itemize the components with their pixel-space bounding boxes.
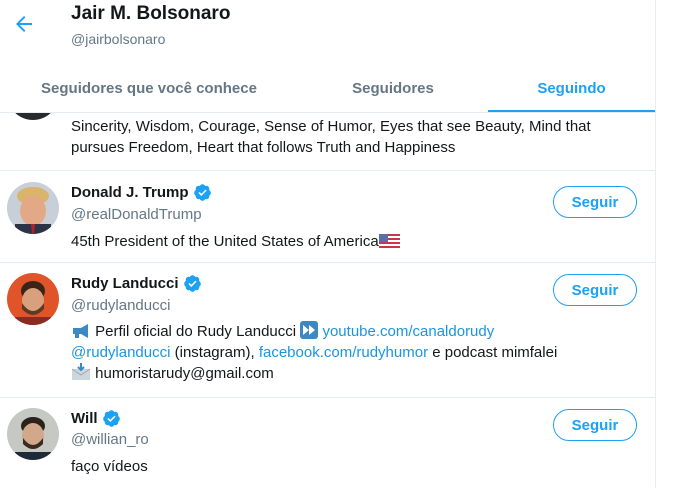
user-name-text: Will <box>71 410 98 427</box>
verified-badge-icon <box>183 275 201 292</box>
user-name-text: Donald J. Trump <box>71 184 189 201</box>
following-column: Sincerity, Wisdom, Courage, Sense of Hum… <box>0 0 656 488</box>
instagram-link[interactable]: @rudylanducci <box>71 344 170 361</box>
user-handle[interactable]: @rudylanducci <box>71 297 170 314</box>
user-name[interactable]: Will <box>71 409 121 428</box>
tab-followers[interactable]: Seguidores <box>298 64 488 112</box>
tab-following[interactable]: Seguindo <box>488 64 655 112</box>
user-bio: 45th President of the United States of A… <box>71 231 637 252</box>
page-handle: @jairbolsonaro <box>71 31 166 47</box>
user-name[interactable]: Rudy Landucci <box>71 274 202 293</box>
user-name[interactable]: Donald J. Trump <box>71 183 212 202</box>
us-flag-icon <box>378 234 400 249</box>
page-title: Jair M. Bolsonaro <box>71 3 231 24</box>
bio-email: humoristarudy@gmail.com <box>95 365 274 382</box>
follow-button[interactable]: Seguir <box>553 186 637 218</box>
back-arrow-icon[interactable] <box>12 12 36 36</box>
profile-header: Jair M. Bolsonaro @jairbolsonaro Seguido… <box>0 0 655 113</box>
bio-text-3: e podcast mimfalei <box>428 344 558 361</box>
user-bio: faço vídeos <box>71 458 148 475</box>
user-bio: Sincerity, Wisdom, Courage, Sense of Hum… <box>71 118 591 156</box>
user-handle[interactable]: @willian_ro <box>71 431 149 448</box>
follow-button[interactable]: Seguir <box>553 409 637 441</box>
user-row[interactable]: Rudy Landucci @rudylanducci Perfil ofici… <box>0 263 655 398</box>
avatar[interactable] <box>7 408 59 460</box>
verified-badge-icon <box>102 410 120 427</box>
avatar[interactable] <box>7 273 59 325</box>
youtube-link[interactable]: youtube.com/canaldorudy <box>322 323 494 340</box>
fast-forward-icon <box>300 321 319 339</box>
user-row[interactable]: Will @willian_ro faço vídeos Seguir <box>0 398 655 488</box>
bio-text-2: (instagram), <box>170 344 259 361</box>
scrollbar[interactable] <box>656 0 675 488</box>
megaphone-icon <box>73 324 88 338</box>
user-bio: Perfil oficial do Rudy Landucci youtube.… <box>71 321 637 384</box>
incoming-envelope-icon <box>71 363 91 380</box>
tab-bar: Seguidores que você conhece Seguidores S… <box>0 64 655 112</box>
tab-followers-you-know[interactable]: Seguidores que você conhece <box>0 64 298 112</box>
avatar[interactable] <box>7 182 59 234</box>
user-name-text: Rudy Landucci <box>71 275 179 292</box>
user-handle[interactable]: @realDonaldTrump <box>71 206 202 223</box>
follow-button[interactable]: Seguir <box>553 274 637 306</box>
user-bio-text: 45th President of the United States of A… <box>71 233 379 250</box>
bio-text-1: Perfil oficial do Rudy Landucci <box>95 323 297 340</box>
facebook-link[interactable]: facebook.com/rudyhumor <box>259 344 428 361</box>
user-row[interactable]: Donald J. Trump @realDonaldTrump 45th Pr… <box>0 171 655 263</box>
verified-badge-icon <box>193 184 211 201</box>
